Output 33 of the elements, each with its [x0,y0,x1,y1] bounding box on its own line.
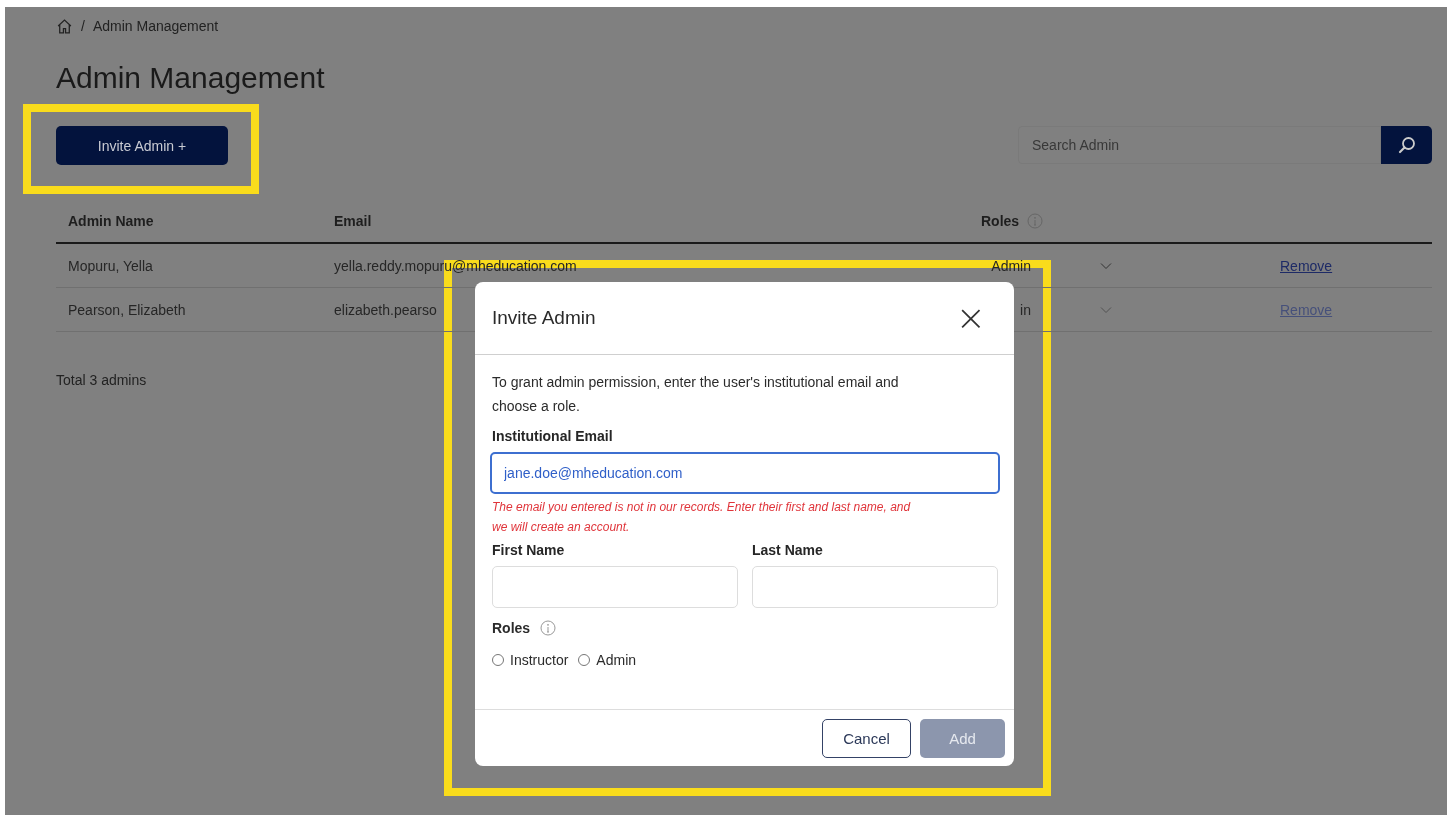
table-cell: Mopuru, Yella [68,257,153,274]
radio-label[interactable]: Admin [596,652,637,668]
column-header: Roles [981,213,1020,229]
invite-admin-button[interactable]: Invite Admin + [56,126,228,165]
breadcrumb-current: Admin Management [92,18,219,34]
column-header: Email [334,213,372,229]
info-icon[interactable] [540,620,557,636]
dialog-instructions: To grant admin permission, enter the user's institutional email and choose a role. [492,373,900,416]
search-field[interactable]: Search Admin [1018,126,1381,164]
chevron-down-icon[interactable] [1100,261,1112,270]
close-button[interactable]: × [951,303,990,333]
error-message: The email you entered is not in our records. Enter their first and last name, and we will create an account. [492,499,912,536]
search-button[interactable] [1381,126,1432,164]
field-label: Roles [492,620,531,636]
role-value: in [1019,301,1031,318]
last-name-field[interactable] [752,566,998,608]
radio-label[interactable]: Instructor [510,652,569,668]
table-cell: Pearson, Elizabeth [68,301,186,318]
field-label: Institutional Email [492,428,614,444]
chevron-down-icon[interactable] [1100,305,1112,314]
total-count: Total 3 admins [56,371,147,390]
dialog-title: Invite Admin [492,307,596,329]
page-title: Admin Management [56,60,326,96]
first-name-field[interactable] [492,566,738,608]
email-field[interactable]: jane.doe@mheducation.com [490,452,1000,494]
search-icon [1396,135,1417,155]
cancel-button[interactable]: Cancel [822,718,911,758]
column-header: Admin Name [68,213,154,229]
field-label: Last Name [752,542,824,558]
field-label: First Name [492,542,566,558]
table-cell: elizabeth.pearso [334,301,437,318]
home-icon[interactable] [56,17,73,35]
breadcrumb-separator: / [81,18,85,34]
